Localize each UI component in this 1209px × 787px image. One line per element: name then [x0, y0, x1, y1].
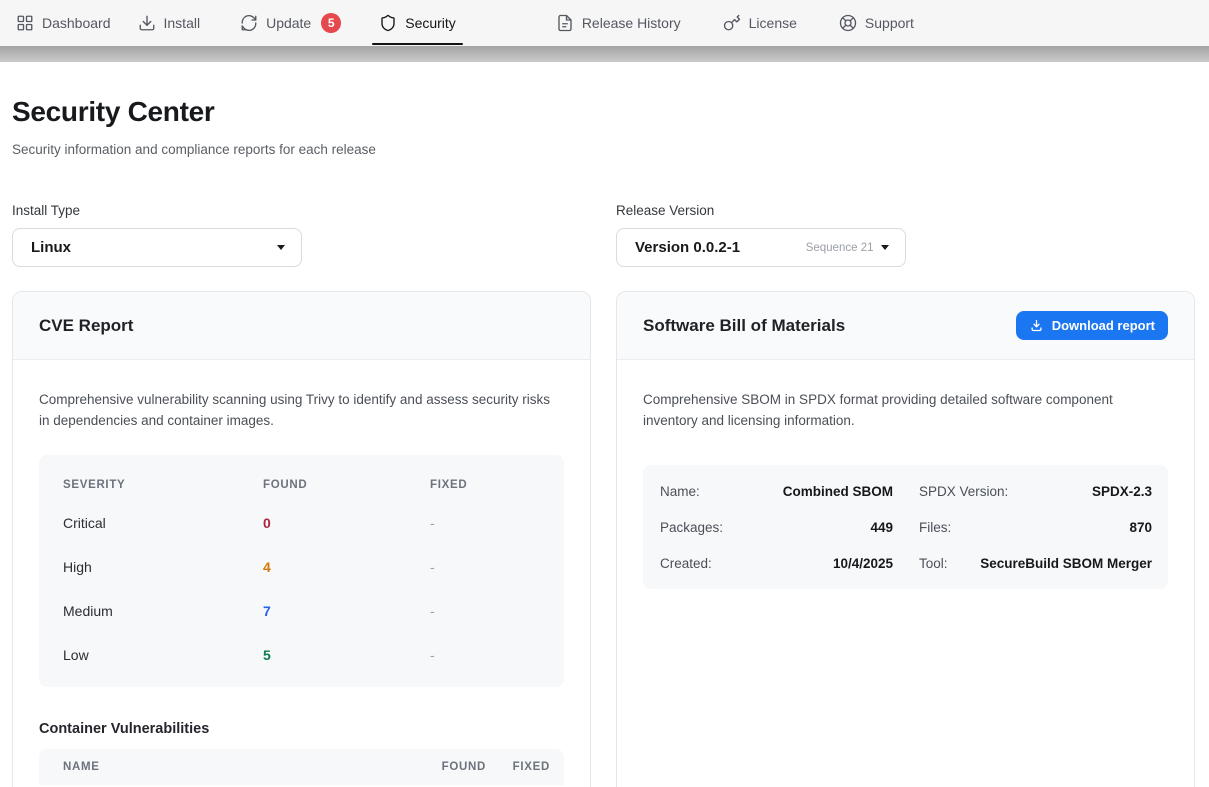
col-severity: SEVERITY [63, 479, 263, 491]
file-text-icon [556, 14, 574, 32]
table-row: High 4 - [63, 545, 540, 589]
download-report-button[interactable]: Download report [1016, 311, 1168, 340]
severity-fixed-count: - [430, 647, 540, 663]
cve-card-title: CVE Report [39, 316, 133, 336]
sbom-info-spdx-version: SPDX Version: SPDX-2.3 [919, 473, 1152, 509]
download-icon [138, 14, 156, 32]
container-vulnerabilities-header: NAME FOUND FIXED [39, 749, 564, 785]
severity-found-count: 0 [263, 515, 430, 531]
nav-label-dashboard: Dashboard [42, 15, 111, 31]
nav-label-support: Support [865, 15, 914, 31]
top-nav: Dashboard Install Update 5 Security Rele… [0, 0, 1209, 46]
nav-item-update[interactable]: Update 5 [240, 0, 341, 46]
sbom-info-name: Name: Combined SBOM [660, 473, 893, 509]
sbom-info-created: Created: 10/4/2025 [660, 545, 893, 581]
severity-fixed-count: - [430, 603, 540, 619]
info-value: 10/4/2025 [833, 556, 893, 571]
nav-item-dashboard[interactable]: Dashboard [16, 0, 111, 46]
nav-label-release-history: Release History [582, 15, 681, 31]
install-type-value: Linux [31, 239, 71, 256]
cve-report-card: CVE Report Comprehensive vulnerability s… [12, 291, 591, 787]
cve-card-header: CVE Report [13, 292, 590, 360]
sbom-card-title: Software Bill of Materials [643, 316, 845, 336]
severity-name: High [63, 559, 263, 575]
sbom-info-grid: Name: Combined SBOM SPDX Version: SPDX-2… [643, 465, 1168, 589]
page-title: Security Center [12, 96, 1195, 128]
chevron-down-icon [277, 245, 285, 250]
nav-label-license: License [749, 15, 797, 31]
sbom-info-packages: Packages: 449 [660, 509, 893, 545]
cve-description: Comprehensive vulnerability scanning usi… [39, 389, 564, 431]
life-buoy-icon [839, 14, 857, 32]
sbom-info-tool: Tool: SecureBuild SBOM Merger [919, 545, 1152, 581]
sbom-card-body: Comprehensive SBOM in SPDX format provid… [617, 360, 1194, 618]
info-value: 870 [1129, 520, 1152, 535]
release-version-filter: Release Version Version 0.0.2-1 Sequence… [616, 203, 1195, 267]
info-value: SPDX-2.3 [1092, 484, 1152, 499]
col-name: NAME [63, 761, 404, 773]
page-subtitle: Security information and compliance repo… [12, 142, 1195, 157]
table-row: Medium 7 - [63, 589, 540, 633]
sbom-description: Comprehensive SBOM in SPDX format provid… [643, 389, 1168, 431]
severity-found-count: 7 [263, 603, 430, 619]
info-label: SPDX Version: [919, 484, 1008, 499]
col-fixed: FIXED [430, 479, 540, 491]
severity-found-count: 4 [263, 559, 430, 575]
info-label: Created: [660, 556, 712, 571]
severity-found-count: 5 [263, 647, 430, 663]
nav-item-license[interactable]: License [723, 0, 797, 46]
shield-icon [379, 14, 397, 32]
col-fixed: FIXED [486, 761, 550, 773]
update-count-badge: 5 [321, 13, 341, 33]
nav-label-security: Security [405, 15, 456, 31]
install-type-select[interactable]: Linux [12, 228, 302, 267]
install-type-filter: Install Type Linux [12, 203, 591, 267]
chevron-down-icon [881, 245, 889, 250]
col-found: FOUND [263, 479, 430, 491]
info-label: Tool: [919, 556, 948, 571]
nav-item-install[interactable]: Install [138, 0, 201, 46]
sbom-info-files: Files: 870 [919, 509, 1152, 545]
cards-row: CVE Report Comprehensive vulnerability s… [12, 291, 1195, 787]
nav-label-install: Install [164, 15, 201, 31]
security-center-page: Security Center Security information and… [0, 62, 1209, 787]
download-report-label: Download report [1052, 318, 1155, 333]
header-shadow-band [0, 46, 1209, 62]
table-row: Low 5 - [63, 633, 540, 677]
table-row: Critical 0 - [63, 501, 540, 545]
sbom-card-header: Software Bill of Materials Download repo… [617, 292, 1194, 360]
info-label: Name: [660, 484, 700, 499]
info-value: Combined SBOM [783, 484, 893, 499]
info-value: 449 [870, 520, 893, 535]
container-vulnerabilities-title: Container Vulnerabilities [39, 721, 564, 737]
nav-label-update: Update [266, 15, 311, 31]
severity-fixed-count: - [430, 559, 540, 575]
key-icon [723, 14, 741, 32]
cve-card-body: Comprehensive vulnerability scanning usi… [13, 360, 590, 787]
download-icon [1029, 318, 1044, 333]
severity-table: SEVERITY FOUND FIXED Critical 0 - High 4… [39, 455, 564, 687]
refresh-icon [240, 14, 258, 32]
nav-item-release-history[interactable]: Release History [556, 0, 681, 46]
release-version-select[interactable]: Version 0.0.2-1 Sequence 21 [616, 228, 906, 267]
release-version-label: Release Version [616, 203, 1195, 218]
severity-name: Medium [63, 603, 263, 619]
install-type-label: Install Type [12, 203, 591, 218]
sbom-card: Software Bill of Materials Download repo… [616, 291, 1195, 787]
info-value: SecureBuild SBOM Merger [980, 556, 1152, 571]
nav-item-security[interactable]: Security [379, 0, 456, 46]
col-found: FOUND [404, 761, 486, 773]
severity-fixed-count: - [430, 515, 540, 531]
dashboard-grid-icon [16, 14, 34, 32]
filters-row: Install Type Linux Release Version Versi… [12, 203, 1195, 267]
info-label: Packages: [660, 520, 723, 535]
sequence-hint: Sequence 21 [806, 242, 874, 254]
nav-item-support[interactable]: Support [839, 0, 914, 46]
info-label: Files: [919, 520, 951, 535]
release-version-value: Version 0.0.2-1 [635, 239, 740, 256]
severity-name: Low [63, 647, 263, 663]
severity-name: Critical [63, 515, 263, 531]
severity-table-header: SEVERITY FOUND FIXED [63, 469, 540, 501]
